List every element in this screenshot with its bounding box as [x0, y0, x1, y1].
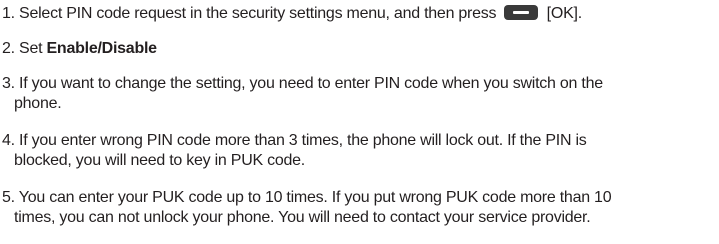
step-number: 5.: [2, 189, 15, 206]
step-text-line-2: times, you can not unlock your phone. Yo…: [14, 209, 591, 226]
step-number: 2.: [2, 40, 15, 57]
step-text: Set: [14, 40, 47, 57]
step-2: 2. Set Enable/Disable: [2, 39, 717, 59]
step-4: 4. If you enter wrong PIN code more than…: [2, 131, 717, 171]
step-text-line-2: blocked, you will need to key in PUK cod…: [14, 152, 305, 169]
step-3: 3. If you want to change the setting, yo…: [2, 74, 717, 114]
step-number: 3.: [2, 75, 15, 92]
step-number: 4.: [2, 132, 15, 149]
step-5: 5. You can enter your PUK code up to 10 …: [2, 188, 717, 228]
step-option-bold: Enable/Disable: [46, 40, 158, 57]
ok-softkey-icon: [504, 5, 539, 20]
step-text-line-1: You can enter your PUK code up to 10 tim…: [14, 189, 612, 206]
step-text: Select PIN code request in the security …: [14, 5, 501, 22]
step-1: 1. Select PIN code request in the securi…: [2, 4, 717, 24]
step-text-after: [OK].: [542, 5, 582, 22]
step-text-line-2: phone.: [14, 95, 62, 112]
step-number: 1.: [2, 5, 15, 22]
step-text-line-1: If you enter wrong PIN code more than 3 …: [14, 132, 587, 149]
step-text-line-1: If you want to change the setting, you n…: [14, 75, 603, 92]
